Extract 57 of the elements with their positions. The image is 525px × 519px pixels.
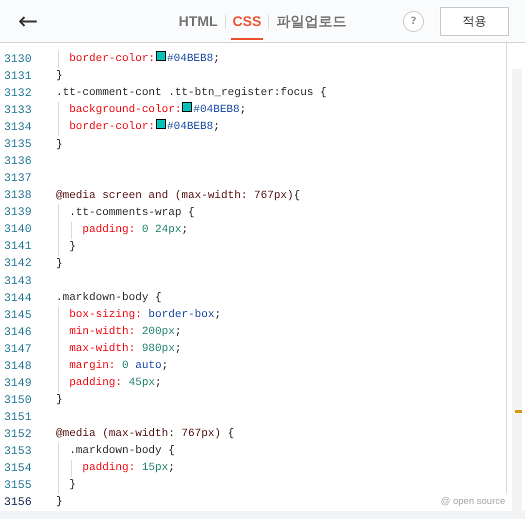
- code-line: }: [56, 69, 63, 84]
- line-number: 3145: [3, 308, 33, 324]
- line-number: 3137: [3, 171, 33, 188]
- line-number: 3141: [3, 239, 33, 256]
- code-line: }: [56, 393, 63, 408]
- line-number: 3133: [3, 103, 33, 120]
- code-line: padding: 45px;: [68, 376, 162, 392]
- help-button[interactable]: ?: [403, 10, 424, 32]
- code-line: .markdown-body {: [68, 444, 175, 460]
- code-line: @media (max-width: 767px) {: [56, 427, 234, 442]
- scrollbar[interactable]: [506, 43, 525, 511]
- code-line: padding: 15px;: [81, 461, 175, 476]
- code-line: padding: 0 24px;: [81, 222, 188, 238]
- line-number: 3143: [3, 274, 33, 290]
- code-line: max-width: 980px;: [68, 342, 182, 358]
- line-number: 3148: [3, 358, 33, 375]
- code-line: }: [68, 240, 76, 255]
- code-line: border-color: #04BEB8;: [68, 51, 220, 68]
- line-number: 3132: [3, 86, 33, 102]
- line-number: 3156: [3, 495, 33, 511]
- back-button[interactable]: ←: [12, 9, 44, 33]
- code-line: background-color: #04BEB8;: [68, 102, 246, 118]
- line-number: 3152: [3, 426, 33, 443]
- line-number: 3142: [3, 256, 33, 272]
- tab[interactable]: 파일업로드: [274, 3, 348, 40]
- tab[interactable]: HTML: [176, 3, 220, 40]
- line-number: 3144: [3, 290, 33, 307]
- code-line: box-sizing: border-box;: [68, 308, 222, 323]
- code-line: @media screen and (max-width: 767px){: [56, 188, 300, 204]
- line-number: 3151: [3, 410, 33, 426]
- code-line: .tt-comments-wrap {: [68, 206, 195, 221]
- line-number: 3149: [3, 376, 33, 392]
- code-line: margin: 0 auto;: [68, 359, 168, 374]
- line-number: 3146: [3, 324, 33, 341]
- line-number: 3139: [3, 205, 33, 222]
- line-number: 3150: [3, 392, 33, 409]
- line-number: 3147: [3, 342, 33, 358]
- line-number: 3138: [3, 188, 33, 204]
- line-number: 3140: [3, 222, 33, 238]
- tab[interactable]: CSS: [230, 3, 264, 40]
- line-number: 3154: [3, 461, 33, 478]
- code-line: }: [68, 478, 76, 494]
- code-line: }: [56, 138, 63, 152]
- code-line: }: [56, 495, 63, 510]
- line-number: 3131: [3, 68, 33, 85]
- code-line: .markdown-body {: [56, 290, 162, 306]
- line-number: 3134: [3, 120, 33, 136]
- apply-button[interactable]: 적용: [440, 6, 509, 36]
- line-number: 3153: [3, 444, 33, 460]
- code-line: }: [56, 256, 63, 272]
- code-line: .tt-comment-cont .tt-btn_register:focus {: [56, 86, 327, 102]
- line-number: 3136: [3, 154, 33, 170]
- code-line: min-width: 200px;: [68, 325, 182, 340]
- code-line: border-color: #04BEB8;: [68, 119, 220, 136]
- line-number: 3155: [3, 478, 33, 494]
- line-number: 3135: [3, 137, 33, 154]
- line-number: 3130: [3, 52, 33, 68]
